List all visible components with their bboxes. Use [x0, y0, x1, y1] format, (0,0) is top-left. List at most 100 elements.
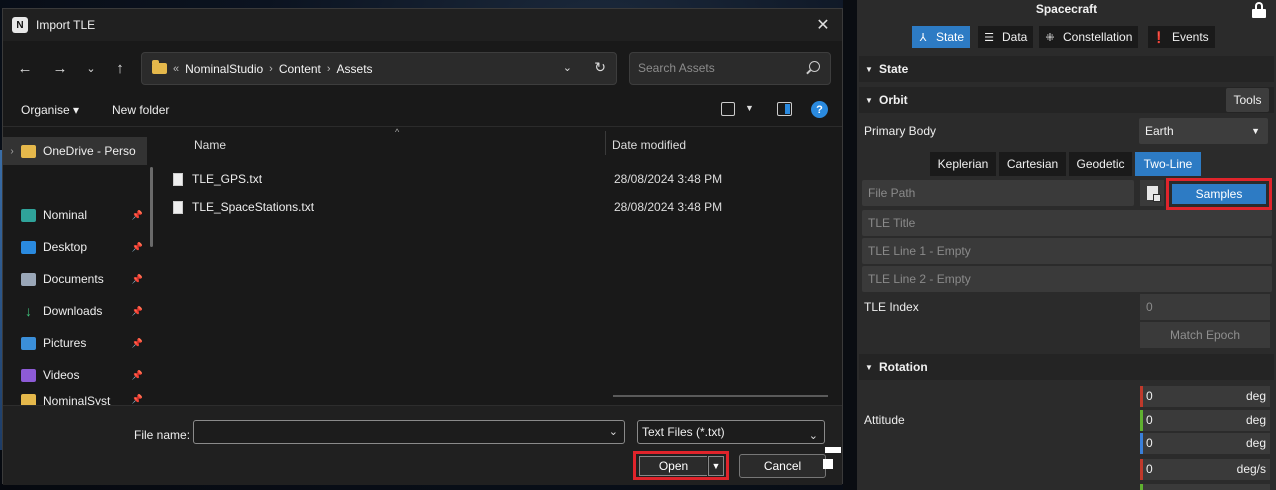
file-row-tle-spacestations[interactable]: TLE_SpaceStations.txt 28/08/2024 3:48 PM	[173, 193, 833, 221]
pin-icon: 📌	[131, 209, 143, 220]
tle-line2-input[interactable]: TLE Line 2 - Empty	[862, 266, 1272, 292]
tle-line1-input[interactable]: TLE Line 1 - Empty	[862, 238, 1272, 264]
tab-data[interactable]: ☰ Data	[978, 26, 1034, 48]
breadcrumb-nominalstudio[interactable]: NominalStudio	[185, 62, 263, 76]
attitude-x-value: 0	[1146, 389, 1153, 403]
up-arrow-icon[interactable]: ↑	[108, 57, 132, 79]
videos-icon	[21, 368, 36, 382]
pin-icon: 📌	[131, 394, 143, 404]
breadcrumb-assets[interactable]: Assets	[337, 62, 373, 76]
new-folder-button[interactable]: New folder	[112, 103, 169, 117]
open-button-highlight: Open ▼	[633, 451, 729, 480]
help-icon[interactable]: ?	[811, 101, 828, 118]
recent-locations-chevron-icon[interactable]: ⌄	[79, 57, 103, 79]
tle-title-input[interactable]: TLE Title	[862, 210, 1272, 236]
file-name-input[interactable]: ⌄	[193, 420, 625, 444]
chevron-right-icon[interactable]: ›	[3, 146, 21, 157]
tab-constellation[interactable]: ⁜ Constellation	[1039, 26, 1139, 48]
tab-events[interactable]: ❗ Events	[1148, 26, 1215, 48]
tab-label: Events	[1172, 30, 1209, 44]
sidebar-item-videos[interactable]: Videos 📌	[3, 361, 147, 389]
folder-icon	[152, 60, 167, 74]
tab-cartesian[interactable]: Cartesian	[999, 152, 1066, 176]
state-icon: ⅄	[919, 31, 927, 44]
primary-body-select[interactable]: Earth ▼	[1139, 118, 1268, 144]
dialog-footer: File name: ⌄ Text Files (*.txt) ⌄ Open ▼…	[3, 405, 842, 485]
chevron-down-icon[interactable]: ⌄	[609, 425, 618, 438]
address-dropdown-icon[interactable]: ⌄	[563, 61, 572, 74]
sidebar-item-label: Pictures	[43, 336, 87, 350]
breadcrumb-overflow[interactable]: «	[173, 63, 179, 75]
collapse-caret-icon: ▼	[865, 362, 873, 372]
refresh-icon[interactable]: ↻	[594, 59, 606, 76]
tab-geodetic[interactable]: Geodetic	[1069, 152, 1132, 176]
sidebar-item-onedrive[interactable]: › OneDrive - Perso	[3, 137, 147, 165]
open-button[interactable]: Open	[639, 456, 707, 476]
text-file-icon	[173, 200, 183, 214]
tab-two-line[interactable]: Two-Line	[1135, 152, 1201, 176]
organise-menu[interactable]: Organise ▾	[21, 103, 79, 117]
attitude-rate-x-input[interactable]: 0 deg/s	[1140, 459, 1270, 480]
back-arrow-icon[interactable]: ←	[13, 57, 37, 79]
horizontal-scrollbar[interactable]	[613, 395, 828, 397]
samples-button[interactable]: Samples	[1172, 184, 1266, 204]
file-type-select[interactable]: Text Files (*.txt) ⌄	[637, 420, 825, 444]
address-bar[interactable]: « NominalStudio › Content › Assets ⌄ ↻	[141, 52, 617, 85]
cancel-button[interactable]: Cancel	[739, 454, 826, 478]
attitude-z-input[interactable]: 0 deg	[1140, 433, 1270, 454]
lock-icon[interactable]	[1252, 2, 1266, 18]
attitude-y-input[interactable]: 0 deg	[1140, 410, 1270, 431]
attitude-rate-y-input[interactable]	[1140, 484, 1270, 490]
sidebar-item-label: Downloads	[43, 304, 103, 318]
column-header-date[interactable]: Date modified	[612, 131, 686, 159]
rotation-section-header[interactable]: ▼ Rotation	[859, 354, 1274, 380]
state-section-header[interactable]: ▼ State	[859, 56, 1274, 82]
close-icon[interactable]: ✕	[810, 13, 836, 37]
tle-index-input[interactable]: 0	[1140, 294, 1270, 320]
section-title: Orbit	[879, 93, 908, 107]
search-placeholder: Search Assets	[638, 61, 715, 75]
column-divider[interactable]	[605, 131, 606, 155]
screen: N Import TLE ✕ ← → ⌄ ↑ « NominalStudio ›…	[0, 0, 1276, 490]
orbit-section-header[interactable]: ▼ Orbit	[859, 87, 1274, 113]
file-path-input[interactable]: File Path	[862, 180, 1134, 206]
sidebar-item-label: Desktop	[43, 240, 88, 254]
breadcrumb-content[interactable]: Content	[279, 62, 321, 76]
tab-label: Data	[1002, 30, 1028, 44]
pin-icon: 📌	[131, 241, 143, 252]
column-header-name[interactable]: Name	[194, 131, 226, 159]
browse-file-button[interactable]	[1140, 180, 1164, 206]
view-dropdown-icon[interactable]: ▼	[745, 103, 754, 113]
file-type-value: Text Files (*.txt)	[642, 425, 725, 439]
navigation-pane: › OneDrive - Perso Nominal 📌 Desktop 📌 D…	[3, 127, 155, 407]
viewport-divider	[843, 0, 857, 490]
dialog-titlebar: N Import TLE ✕	[3, 9, 842, 41]
sidebar-item-downloads[interactable]: ↓ Downloads 📌	[3, 297, 147, 325]
sidebar-item-pictures[interactable]: Pictures 📌	[3, 329, 147, 357]
sidebar-item-nominal[interactable]: Nominal 📌	[3, 201, 147, 229]
tools-button[interactable]: Tools	[1226, 88, 1269, 112]
navigation-bar: ← → ⌄ ↑ « NominalStudio › Content › Asse…	[3, 49, 842, 87]
resize-grip[interactable]	[823, 447, 841, 471]
match-epoch-button[interactable]: Match Epoch	[1140, 322, 1270, 348]
file-row-tle-gps[interactable]: TLE_GPS.txt 28/08/2024 3:48 PM	[173, 165, 833, 193]
open-options-dropdown-icon[interactable]: ▼	[708, 456, 724, 476]
file-date: 28/08/2024 3:48 PM	[614, 200, 723, 214]
sidebar-item-desktop[interactable]: Desktop 📌	[3, 233, 147, 261]
tab-state[interactable]: ⅄ State	[912, 26, 971, 48]
sidebar-item-documents[interactable]: Documents 📌	[3, 265, 147, 293]
documents-icon	[21, 272, 36, 286]
sort-ascending-icon: ^	[395, 127, 400, 137]
sidebar-scrollbar[interactable]	[150, 167, 153, 247]
collapse-caret-icon: ▼	[865, 64, 873, 74]
file-name: TLE_SpaceStations.txt	[192, 200, 315, 214]
preview-pane-icon[interactable]	[777, 102, 792, 116]
command-bar: Organise ▾ New folder ▼ ?	[3, 93, 842, 127]
search-input[interactable]: Search Assets	[629, 52, 831, 85]
primary-body-value: Earth	[1145, 124, 1174, 138]
forward-arrow-icon[interactable]: →	[48, 57, 72, 79]
desktop-icon	[21, 240, 36, 254]
tab-keplerian[interactable]: Keplerian	[930, 152, 996, 176]
attitude-x-input[interactable]: 0 deg	[1140, 386, 1270, 407]
view-options-icon[interactable]	[721, 102, 735, 116]
